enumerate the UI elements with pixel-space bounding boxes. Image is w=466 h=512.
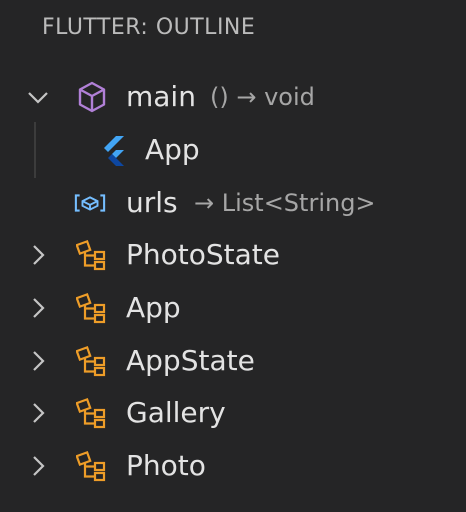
outline-item-class[interactable]: PhotoState bbox=[0, 229, 466, 281]
outline-item-label: PhotoState bbox=[126, 238, 280, 271]
variable-icon bbox=[74, 194, 106, 212]
chevron-down-icon[interactable] bbox=[26, 85, 50, 109]
panel-title: FLUTTER: OUTLINE bbox=[42, 15, 256, 40]
outline-item-app-widget[interactable]: App bbox=[0, 124, 466, 176]
outline-item-label: main bbox=[126, 80, 196, 113]
outline-item-class[interactable]: Gallery bbox=[0, 387, 466, 439]
class-icon bbox=[76, 345, 106, 377]
class-icon bbox=[76, 292, 106, 324]
class-icon bbox=[76, 397, 106, 429]
outline-item-label: Photo bbox=[126, 449, 206, 482]
flutter-logo-icon bbox=[104, 136, 124, 166]
flutter-outline-panel: FLUTTER: OUTLINE main () → void App urls bbox=[0, 0, 466, 512]
class-icon bbox=[76, 239, 106, 271]
outline-item-class[interactable]: Photo bbox=[0, 440, 466, 492]
chevron-right-icon[interactable] bbox=[26, 454, 50, 478]
outline-item-label: urls bbox=[126, 186, 178, 219]
outline-item-label: AppState bbox=[126, 344, 255, 377]
class-icon bbox=[76, 450, 106, 482]
outline-item-label: App bbox=[126, 291, 181, 324]
outline-item-detail: → List<String> bbox=[194, 189, 376, 217]
outline-item-label: Gallery bbox=[126, 396, 226, 429]
outline-item-label: App bbox=[145, 133, 200, 166]
chevron-right-icon[interactable] bbox=[26, 349, 50, 373]
chevron-right-icon[interactable] bbox=[26, 243, 50, 267]
chevron-right-icon[interactable] bbox=[26, 401, 50, 425]
outline-item-class[interactable]: AppState bbox=[0, 335, 466, 387]
outline-item-main[interactable]: main () → void bbox=[0, 71, 466, 123]
outline-item-class[interactable]: App bbox=[0, 282, 466, 334]
outline-item-detail: () → void bbox=[210, 83, 315, 111]
method-cube-icon bbox=[78, 81, 106, 113]
chevron-right-icon[interactable] bbox=[26, 296, 50, 320]
outline-item-urls[interactable]: urls → List<String> bbox=[0, 177, 466, 229]
